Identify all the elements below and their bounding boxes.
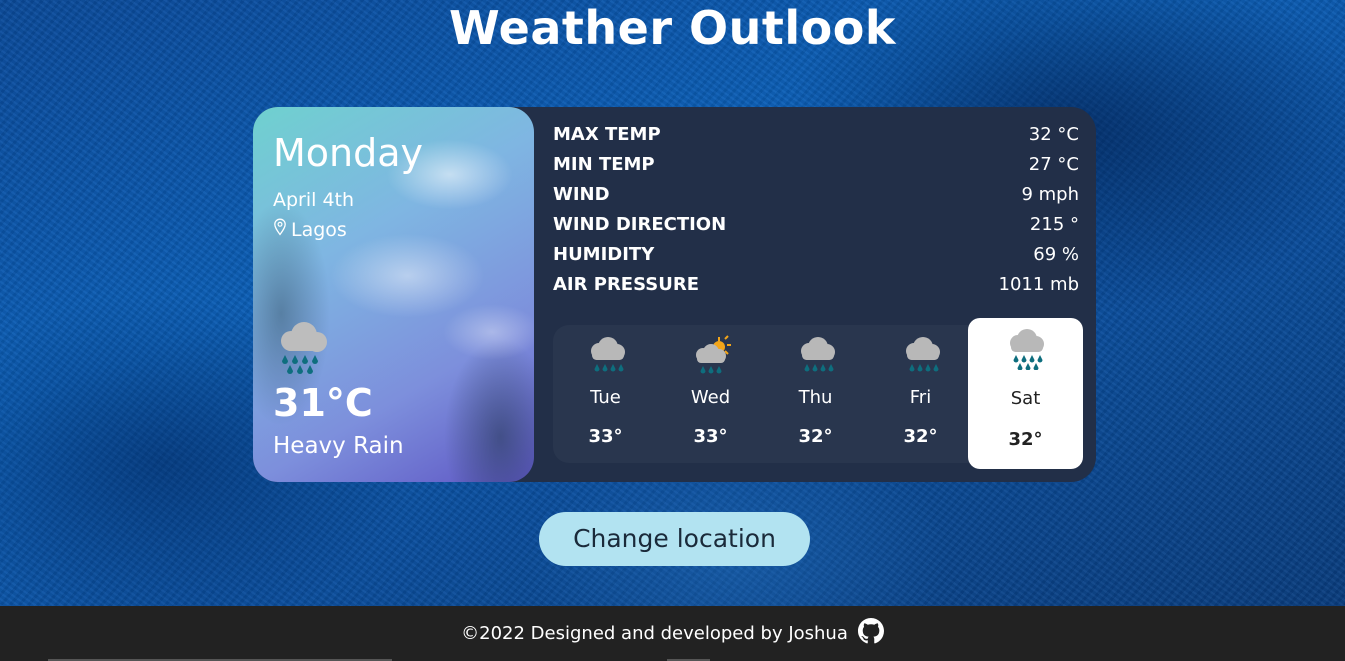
sun-cloud-rain-icon [689, 335, 733, 377]
heavy-rain-icon [1004, 328, 1048, 371]
detail-label: MIN TEMP [553, 153, 655, 175]
light-rain-icon [584, 335, 628, 377]
detail-max-temp: MAX TEMP 32 °C [553, 119, 1079, 149]
heavy-rain-icon [271, 319, 331, 379]
detail-label: AIR PRESSURE [553, 273, 699, 295]
today-condition: Heavy Rain [273, 433, 404, 459]
forecast-day-label: Wed [690, 387, 731, 408]
detail-air-pressure: AIR PRESSURE 1011 mb [553, 269, 1079, 299]
forecast-day-thu[interactable]: Thu 32° [763, 325, 868, 463]
weather-details: MAX TEMP 32 °C MIN TEMP 27 °C WIND 9 mph… [553, 119, 1079, 299]
detail-value: 32 °C [1028, 123, 1079, 145]
weather-card: Monday April 4th Lagos 31°C Heavy Rain M… [253, 107, 1096, 482]
forecast-temp: 33° [693, 426, 728, 447]
forecast-day-label: Sat [1010, 388, 1041, 409]
forecast-temp: 33° [588, 426, 623, 447]
forecast-day-label: Thu [798, 387, 833, 408]
forecast-temp: 32° [903, 426, 938, 447]
detail-wind: WIND 9 mph [553, 179, 1079, 209]
today-panel: Monday April 4th Lagos 31°C Heavy Rain [253, 107, 534, 482]
forecast-day-label: Tue [590, 387, 621, 408]
forecast-day-tue[interactable]: Tue 33° [553, 325, 658, 463]
forecast-temp: 32° [798, 426, 833, 447]
detail-label: HUMIDITY [553, 243, 655, 265]
forecast-temp: 32° [1008, 429, 1043, 450]
detail-value: 27 °C [1028, 153, 1079, 175]
forecast-strip: Tue 33° Wed 33° Thu 32° Fri 32° Sat 32° [553, 318, 1083, 469]
detail-wind-direction: WIND DIRECTION 215 ° [553, 209, 1079, 239]
today-temperature: 31°C [273, 381, 373, 425]
detail-value: 9 mph [1021, 183, 1079, 205]
footer-credit: ©2022 Designed and developed by Joshua [461, 623, 848, 644]
light-rain-icon [899, 335, 943, 377]
page-title: Weather Outlook [449, 1, 896, 55]
today-location: Lagos [273, 218, 347, 241]
forecast-day-fri[interactable]: Fri 32° [868, 325, 973, 463]
change-location-button[interactable]: Change location [539, 512, 810, 566]
detail-value: 215 ° [1029, 213, 1079, 235]
today-date: April 4th [273, 189, 355, 211]
light-rain-icon [794, 335, 838, 377]
detail-min-temp: MIN TEMP 27 °C [553, 149, 1079, 179]
detail-label: WIND DIRECTION [553, 213, 727, 235]
detail-label: MAX TEMP [553, 123, 661, 145]
today-day: Monday [273, 131, 424, 175]
github-icon[interactable] [857, 618, 884, 649]
forecast-day-label: Fri [909, 387, 932, 408]
location-pin-icon [273, 218, 287, 241]
forecast-day-wed[interactable]: Wed 33° [658, 325, 763, 463]
location-label: Lagos [291, 218, 347, 241]
detail-humidity: HUMIDITY 69 % [553, 239, 1079, 269]
detail-value: 69 % [1033, 243, 1079, 265]
footer: ©2022 Designed and developed by Joshua [0, 606, 1345, 661]
detail-label: WIND [553, 183, 610, 205]
forecast-day-sat[interactable]: Sat 32° [968, 318, 1083, 469]
detail-value: 1011 mb [998, 273, 1080, 295]
